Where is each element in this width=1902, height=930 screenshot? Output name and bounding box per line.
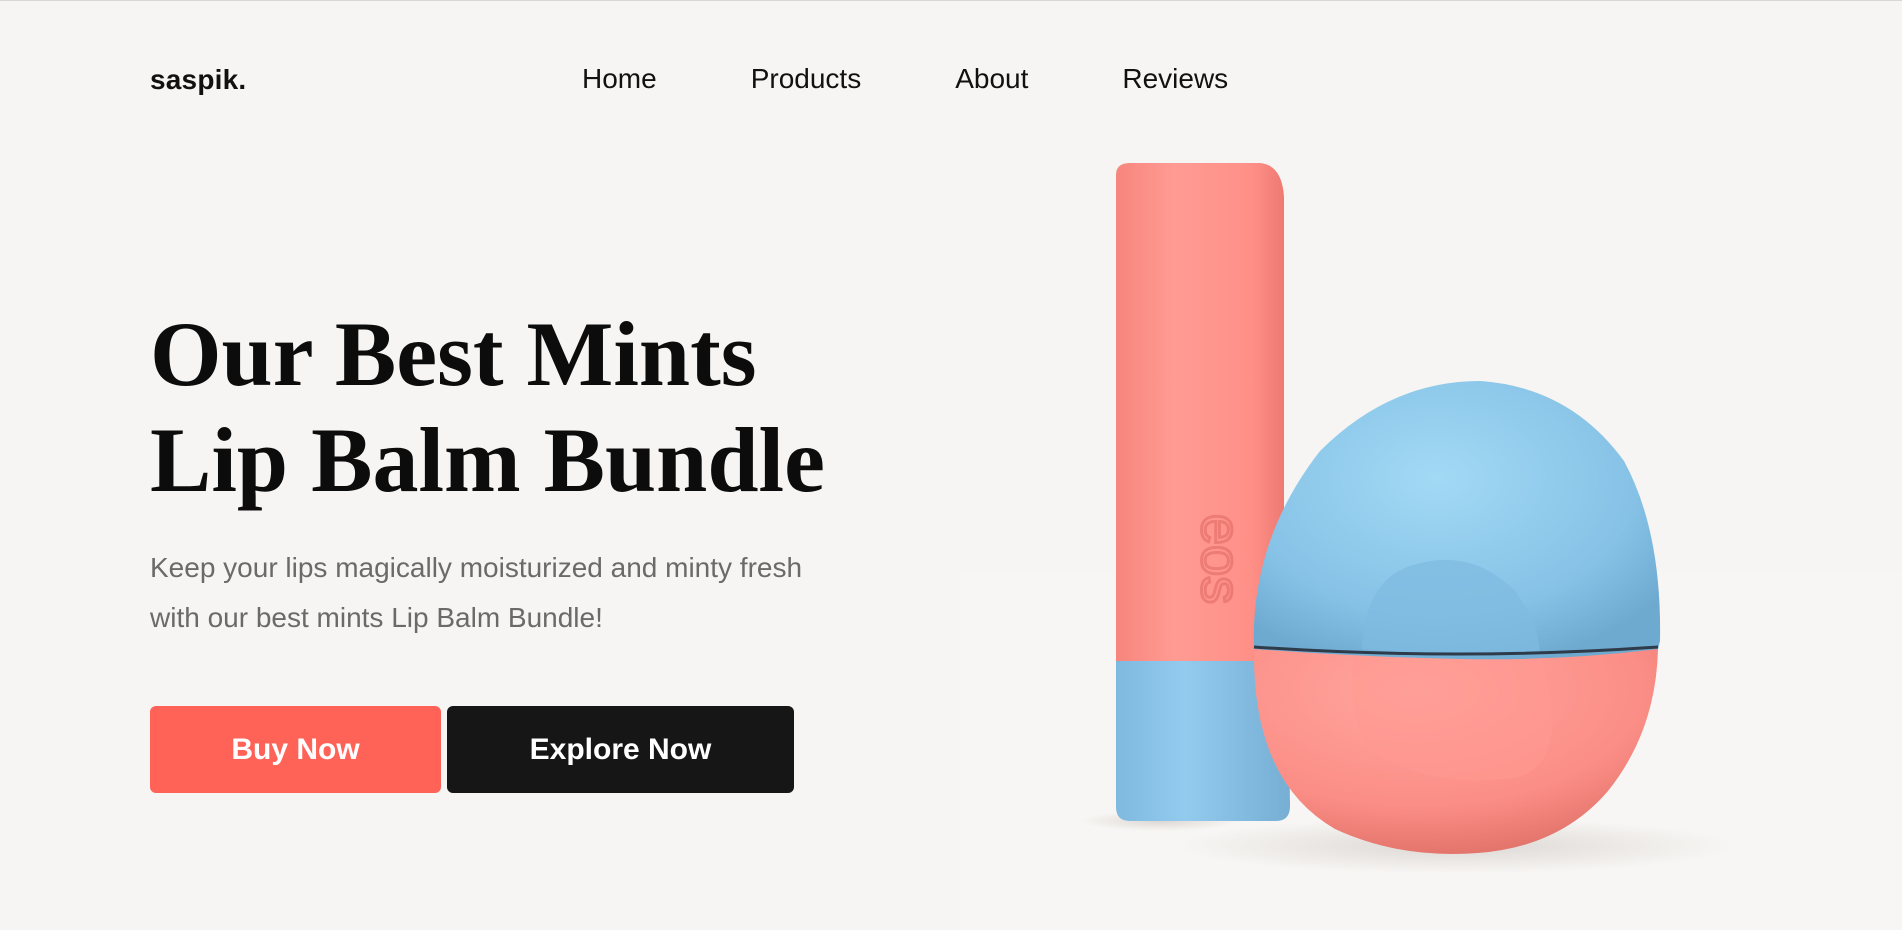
brand-logo[interactable]: saspik. — [150, 64, 246, 96]
nav-item-home[interactable]: Home — [582, 63, 657, 95]
hero-actions: Buy Now Explore Now — [150, 706, 794, 793]
product-image: eos — [960, 141, 1902, 930]
hero-title-line-2: Lip Balm Bundle — [150, 409, 825, 511]
explore-now-button[interactable]: Explore Now — [447, 706, 794, 793]
svg-text:eos: eos — [1190, 514, 1253, 604]
hero-subtitle-line-2: with our best mints Lip Balm Bundle! — [150, 602, 603, 633]
nav-item-products[interactable]: Products — [751, 63, 862, 95]
hero-title-line-1: Our Best Mints — [150, 303, 757, 405]
eos-logo-emboss: eos — [1189, 512, 1255, 605]
buy-now-button[interactable]: Buy Now — [150, 706, 441, 793]
hero-subtitle-line-1: Keep your lips magically moisturized and… — [150, 552, 803, 583]
main-nav: Home Products About Reviews — [582, 63, 1228, 95]
nav-item-reviews[interactable]: Reviews — [1122, 63, 1228, 95]
nav-item-about[interactable]: About — [955, 63, 1028, 95]
hero-title: Our Best Mints Lip Balm Bundle — [150, 301, 910, 513]
hero-subtitle: Keep your lips magically moisturized and… — [150, 543, 910, 643]
